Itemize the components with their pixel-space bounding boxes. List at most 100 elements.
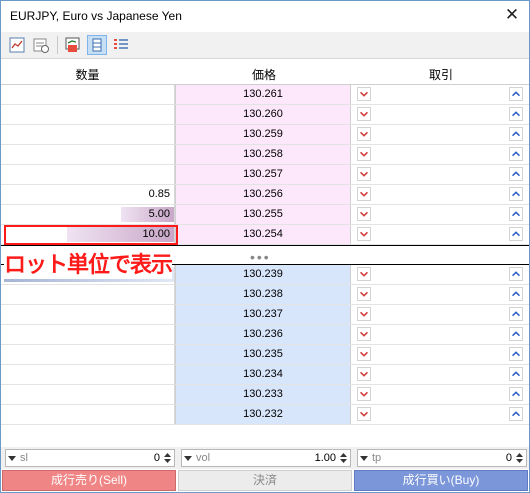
volume-value: 0.85 [148, 188, 170, 200]
volume-cell: 5.00 [1, 205, 174, 224]
buy-limit-chevron-icon[interactable] [509, 367, 523, 381]
header-price: 価格 [251, 68, 276, 82]
vol-field[interactable]: vol 1.00 [181, 449, 351, 467]
buy-limit-chevron-icon[interactable] [509, 347, 523, 361]
depth-icon[interactable] [87, 35, 107, 55]
price-cell: 130.232 [175, 405, 351, 424]
volume-cell [1, 125, 174, 144]
sell-limit-chevron-icon[interactable] [357, 407, 371, 421]
buy-limit-chevron-icon[interactable] [509, 87, 523, 101]
spread-line-top [1, 245, 529, 246]
history-icon[interactable] [31, 35, 51, 55]
depth-header: 数量 価格 取引 [1, 60, 529, 85]
sl-value[interactable]: 0 [154, 452, 160, 464]
buy-limit-chevron-icon[interactable] [509, 327, 523, 341]
price-cell: 130.233 [175, 385, 351, 404]
dropdown-icon[interactable] [360, 454, 368, 462]
sell-limit-chevron-icon[interactable] [357, 207, 371, 221]
chart-icon[interactable] [7, 35, 27, 55]
tp-field[interactable]: tp 0 [357, 449, 527, 467]
tp-label: tp [372, 452, 382, 464]
volume-cell [1, 105, 174, 124]
price-cell: 130.235 [175, 345, 351, 364]
volume-cell [1, 85, 174, 104]
buy-limit-chevron-icon[interactable] [509, 107, 523, 121]
vol-value[interactable]: 1.00 [315, 452, 336, 464]
trade-icon[interactable] [63, 35, 83, 55]
buy-limit-chevron-icon[interactable] [509, 147, 523, 161]
window-title: EURJPY, Euro vs Japanese Yen [10, 9, 182, 23]
sell-limit-chevron-icon[interactable] [357, 127, 371, 141]
buy-limit-chevron-icon[interactable] [509, 267, 523, 281]
bid-row: 130.238 [1, 285, 529, 305]
price-cell: 130.237 [175, 305, 351, 324]
dropdown-icon[interactable] [184, 454, 192, 462]
title-bar: EURJPY, Euro vs Japanese Yen ✕ [0, 0, 530, 31]
order-controls: sl 0 vol 1.00 tp 0 [1, 447, 529, 469]
price-cell: 130.259 [175, 125, 351, 144]
sell-limit-chevron-icon[interactable] [357, 107, 371, 121]
buy-limit-chevron-icon[interactable] [509, 387, 523, 401]
sl-label: sl [20, 452, 28, 464]
bid-row: 130.235 [1, 345, 529, 365]
stepper-icon[interactable] [515, 451, 524, 465]
volume-cell [1, 405, 174, 424]
bid-row: 130.234 [1, 365, 529, 385]
sl-field[interactable]: sl 0 [5, 449, 175, 467]
sell-limit-chevron-icon[interactable] [357, 287, 371, 301]
price-cell: 130.239 [175, 265, 351, 284]
ask-row: 130.258 [1, 145, 529, 165]
volume-cell [1, 305, 174, 324]
price-cell: 130.255 [175, 205, 351, 224]
buy-button[interactable]: 成行買い(Buy) [354, 470, 528, 491]
price-cell: 130.257 [175, 165, 351, 184]
price-cell: 130.236 [175, 325, 351, 344]
sell-limit-chevron-icon[interactable] [357, 147, 371, 161]
price-cell: 130.254 [175, 225, 351, 244]
ask-row: 130.259 [1, 125, 529, 145]
column-separator [174, 265, 175, 425]
buy-limit-chevron-icon[interactable] [509, 127, 523, 141]
sell-limit-chevron-icon[interactable] [357, 327, 371, 341]
sell-limit-chevron-icon[interactable] [357, 187, 371, 201]
bid-row: 130.236 [1, 325, 529, 345]
sell-limit-chevron-icon[interactable] [357, 367, 371, 381]
volume-cell [1, 345, 174, 364]
close-position-button[interactable]: 決済 [178, 470, 352, 491]
sell-button[interactable]: 成行売り(Sell) [2, 470, 176, 491]
tp-value[interactable]: 0 [506, 452, 512, 464]
spread-dots: ••• [250, 249, 271, 265]
sell-limit-chevron-icon[interactable] [357, 167, 371, 181]
bid-row: 130.232 [1, 405, 529, 425]
ask-row: 130.261 [1, 85, 529, 105]
header-trade: 取引 [428, 68, 453, 82]
buy-limit-chevron-icon[interactable] [509, 407, 523, 421]
stepper-icon[interactable] [339, 451, 348, 465]
buy-limit-chevron-icon[interactable] [509, 207, 523, 221]
sell-limit-chevron-icon[interactable] [357, 267, 371, 281]
settings-list-icon[interactable] [111, 35, 131, 55]
sell-limit-chevron-icon[interactable] [357, 87, 371, 101]
vol-label: vol [196, 452, 211, 464]
volume-cell: 0.85 [1, 185, 174, 204]
price-cell: 130.258 [175, 145, 351, 164]
toolbar [1, 32, 529, 59]
stepper-icon[interactable] [163, 451, 172, 465]
buy-limit-chevron-icon[interactable] [509, 167, 523, 181]
buy-limit-chevron-icon[interactable] [509, 187, 523, 201]
sell-limit-chevron-icon[interactable] [357, 227, 371, 241]
price-cell: 130.256 [175, 185, 351, 204]
ask-row: 0.85 130.256 [1, 185, 529, 205]
volume-cell [1, 165, 174, 184]
price-cell: 130.234 [175, 365, 351, 384]
sell-limit-chevron-icon[interactable] [357, 307, 371, 321]
buy-limit-chevron-icon[interactable] [509, 287, 523, 301]
buy-limit-chevron-icon[interactable] [509, 227, 523, 241]
buy-limit-chevron-icon[interactable] [509, 307, 523, 321]
sell-limit-chevron-icon[interactable] [357, 347, 371, 361]
ask-row: 130.260 [1, 105, 529, 125]
close-icon[interactable]: ✕ [501, 4, 523, 26]
volume-highlight-box [4, 225, 178, 245]
dropdown-icon[interactable] [8, 454, 16, 462]
sell-limit-chevron-icon[interactable] [357, 387, 371, 401]
